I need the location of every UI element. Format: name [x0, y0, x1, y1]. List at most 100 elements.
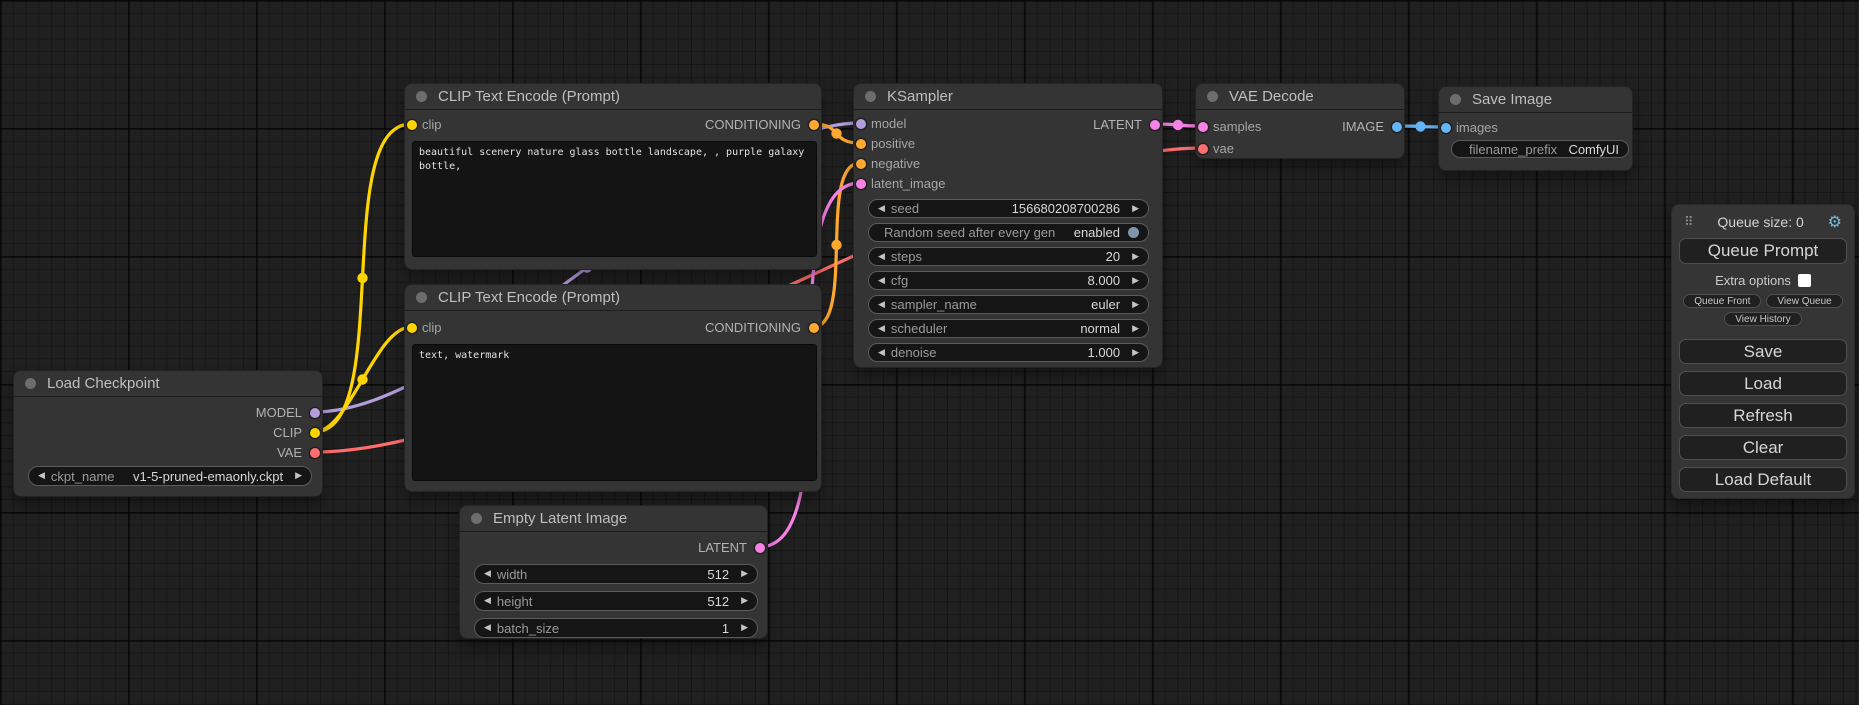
widget-random-seed-after-every-gen[interactable]: Random seed after every genenabled	[868, 223, 1149, 242]
node-title-bar[interactable]: Load Checkpoint	[14, 371, 322, 397]
extra-options-checkbox[interactable]	[1798, 274, 1811, 287]
input-port-samples[interactable]	[1198, 122, 1208, 132]
prompt-textarea[interactable]	[412, 344, 817, 481]
node-graph-canvas[interactable]: Load CheckpointMODELCLIPVAE◀ckpt_namev1-…	[0, 0, 1859, 705]
node-title-bar[interactable]: CLIP Text Encode (Prompt)	[405, 84, 821, 110]
decrement-arrow-icon[interactable]: ◀	[878, 348, 885, 358]
increment-arrow-icon[interactable]: ▶	[741, 623, 748, 633]
queue-front-button[interactable]: Queue Front	[1683, 294, 1761, 308]
gear-icon[interactable]: ⚙	[1828, 214, 1842, 230]
link-midpoint-dot[interactable]	[1173, 120, 1183, 130]
widget-scheduler[interactable]: ◀schedulernormal▶	[868, 319, 1149, 338]
decrement-arrow-icon[interactable]: ◀	[878, 300, 885, 310]
node-load-checkpoint[interactable]: Load CheckpointMODELCLIPVAE◀ckpt_namev1-…	[13, 370, 323, 497]
increment-arrow-icon[interactable]: ▶	[741, 569, 748, 579]
input-port-positive[interactable]	[856, 139, 866, 149]
decrement-arrow-icon[interactable]: ◀	[878, 276, 885, 286]
link-midpoint-dot[interactable]	[1415, 121, 1425, 131]
collapse-dot-icon[interactable]	[25, 378, 36, 389]
increment-arrow-icon[interactable]: ▶	[741, 596, 748, 606]
node-save-image[interactable]: Save Imageimagesfilename_prefixComfyUI	[1438, 86, 1633, 171]
load-default-button[interactable]: Load Default	[1679, 467, 1847, 492]
node-title-bar[interactable]: Save Image	[1439, 87, 1632, 113]
increment-arrow-icon[interactable]: ▶	[1132, 300, 1139, 310]
output-port-vae[interactable]	[310, 448, 320, 458]
widget-denoise[interactable]: ◀denoise1.000▶	[868, 343, 1149, 362]
collapse-dot-icon[interactable]	[1450, 94, 1461, 105]
refresh-button[interactable]: Refresh	[1679, 403, 1847, 428]
output-port-latent[interactable]	[755, 543, 765, 553]
increment-arrow-icon[interactable]: ▶	[295, 471, 302, 481]
link-midpoint-dot[interactable]	[357, 374, 367, 384]
output-port-model[interactable]	[310, 408, 320, 418]
decrement-arrow-icon[interactable]: ◀	[38, 471, 45, 481]
widget-cfg[interactable]: ◀cfg8.000▶	[868, 271, 1149, 290]
decrement-arrow-icon[interactable]: ◀	[484, 596, 491, 606]
node-title-bar[interactable]: CLIP Text Encode (Prompt)	[405, 285, 821, 311]
widget-label: steps	[891, 249, 922, 264]
widget-filename-prefix[interactable]: filename_prefixComfyUI	[1451, 140, 1629, 158]
prompt-textarea[interactable]	[412, 141, 817, 257]
widget-ckpt-name[interactable]: ◀ckpt_namev1-5-pruned-emaonly.ckpt▶	[28, 466, 312, 486]
link-midpoint-dot[interactable]	[831, 128, 841, 138]
widget-batch-size[interactable]: ◀batch_size1▶	[474, 618, 758, 638]
node-clip-text-encode-prompt[interactable]: CLIP Text Encode (Prompt)clipCONDITIONIN…	[404, 83, 822, 270]
decrement-arrow-icon[interactable]: ◀	[878, 324, 885, 334]
collapse-dot-icon[interactable]	[416, 292, 427, 303]
increment-arrow-icon[interactable]: ▶	[1132, 276, 1139, 286]
node-vae-decode[interactable]: VAE DecodesamplesvaeIMAGE	[1195, 83, 1405, 159]
input-port-clip[interactable]	[407, 120, 417, 130]
node-clip-text-encode-prompt[interactable]: CLIP Text Encode (Prompt)clipCONDITIONIN…	[404, 284, 822, 492]
node-empty-latent-image[interactable]: Empty Latent ImageLATENT◀width512▶◀heigh…	[459, 505, 768, 639]
widget-seed[interactable]: ◀seed156680208700286▶	[868, 199, 1149, 218]
queue-prompt-button[interactable]: Queue Prompt	[1679, 238, 1847, 264]
output-label-clip: CLIP	[273, 425, 302, 441]
link-midpoint-dot[interactable]	[357, 273, 367, 283]
toggle-dot[interactable]	[1128, 227, 1139, 238]
load-button[interactable]: Load	[1679, 371, 1847, 396]
widget-label: ckpt_name	[51, 469, 115, 484]
clear-button[interactable]: Clear	[1679, 435, 1847, 460]
drag-handle-icon[interactable]: ⠿	[1684, 216, 1694, 229]
node-title-text: CLIP Text Encode (Prompt)	[438, 88, 620, 105]
output-label-vae: VAE	[277, 445, 302, 461]
node-title-bar[interactable]: VAE Decode	[1196, 84, 1404, 110]
view-history-button[interactable]: View History	[1724, 312, 1801, 326]
output-port-conditioning[interactable]	[809, 323, 819, 333]
decrement-arrow-icon[interactable]: ◀	[484, 623, 491, 633]
input-port-vae[interactable]	[1198, 144, 1208, 154]
output-port-conditioning[interactable]	[809, 120, 819, 130]
increment-arrow-icon[interactable]: ▶	[1132, 324, 1139, 334]
collapse-dot-icon[interactable]	[865, 91, 876, 102]
decrement-arrow-icon[interactable]: ◀	[878, 204, 885, 214]
collapse-dot-icon[interactable]	[416, 91, 427, 102]
output-port-clip[interactable]	[310, 428, 320, 438]
widget-steps[interactable]: ◀steps20▶	[868, 247, 1149, 266]
widget-label: sampler_name	[891, 297, 977, 312]
input-port-clip[interactable]	[407, 323, 417, 333]
node-title-bar[interactable]: Empty Latent Image	[460, 506, 767, 532]
input-port-negative[interactable]	[856, 159, 866, 169]
widget-sampler-name[interactable]: ◀sampler_nameeuler▶	[868, 295, 1149, 314]
save-button[interactable]: Save	[1679, 339, 1847, 364]
increment-arrow-icon[interactable]: ▶	[1132, 348, 1139, 358]
input-port-model[interactable]	[856, 119, 866, 129]
node-title-bar[interactable]: KSampler	[854, 84, 1162, 110]
collapse-dot-icon[interactable]	[471, 513, 482, 524]
output-port-latent[interactable]	[1150, 120, 1160, 130]
link-midpoint-dot[interactable]	[831, 240, 841, 250]
input-port-images[interactable]	[1441, 123, 1451, 133]
input-port-latent-image[interactable]	[856, 179, 866, 189]
increment-arrow-icon[interactable]: ▶	[1132, 252, 1139, 262]
widget-height[interactable]: ◀height512▶	[474, 591, 758, 611]
output-port-image[interactable]	[1392, 122, 1402, 132]
view-queue-button[interactable]: View Queue	[1766, 294, 1842, 308]
increment-arrow-icon[interactable]: ▶	[1132, 204, 1139, 214]
widget-label: Random seed after every gen	[884, 225, 1055, 240]
collapse-dot-icon[interactable]	[1207, 91, 1218, 102]
decrement-arrow-icon[interactable]: ◀	[878, 252, 885, 262]
widget-value: 512	[707, 594, 729, 609]
decrement-arrow-icon[interactable]: ◀	[484, 569, 491, 579]
node-ksampler[interactable]: KSamplermodelpositivenegativelatent_imag…	[853, 83, 1163, 368]
widget-width[interactable]: ◀width512▶	[474, 564, 758, 584]
